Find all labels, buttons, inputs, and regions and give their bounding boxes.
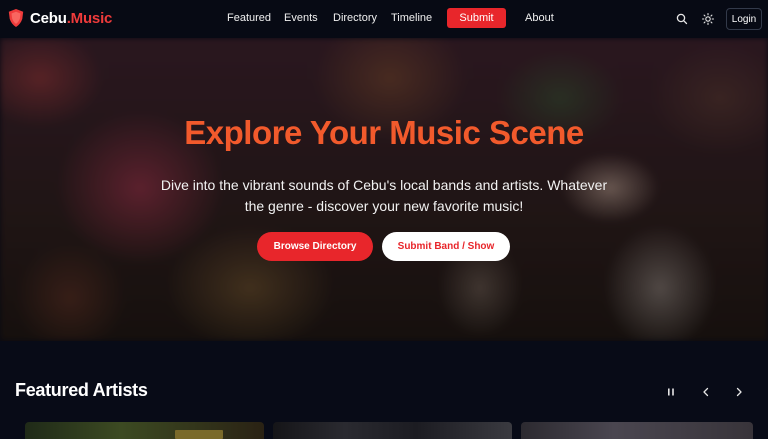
nav-link-timeline[interactable]: Timeline [391,12,432,24]
pause-icon[interactable] [664,385,678,399]
hero-subtitle: Dive into the vibrant sounds of Cebu's l… [160,177,608,214]
artist-card[interactable] [521,422,753,439]
theme-toggle-sun-icon[interactable] [701,12,715,26]
artist-card[interactable] [25,422,264,439]
nav-link-featured[interactable]: Featured [227,12,271,24]
chevron-right-icon[interactable] [732,385,746,399]
hero-title: Explore Your Music Scene [184,114,584,151]
nav-link-about[interactable]: About [525,12,554,24]
submit-band-show-button[interactable]: Submit Band / Show [382,232,510,261]
top-navbar: Cebu.Music Featured Events Directory Tim… [0,0,768,38]
browse-directory-button[interactable]: Browse Directory [257,232,373,261]
chevron-left-icon[interactable] [699,385,713,399]
hero-section: Explore Your Music Scene Dive into the v… [0,38,768,341]
featured-artists-heading: Featured Artists [15,380,148,400]
search-icon[interactable] [675,12,689,26]
artist-card[interactable] [273,422,512,439]
nav-link-events[interactable]: Events [284,12,318,24]
nav-submit-button[interactable]: Submit [447,8,506,28]
login-button[interactable]: Login [726,8,762,30]
nav-link-directory[interactable]: Directory [333,12,377,24]
